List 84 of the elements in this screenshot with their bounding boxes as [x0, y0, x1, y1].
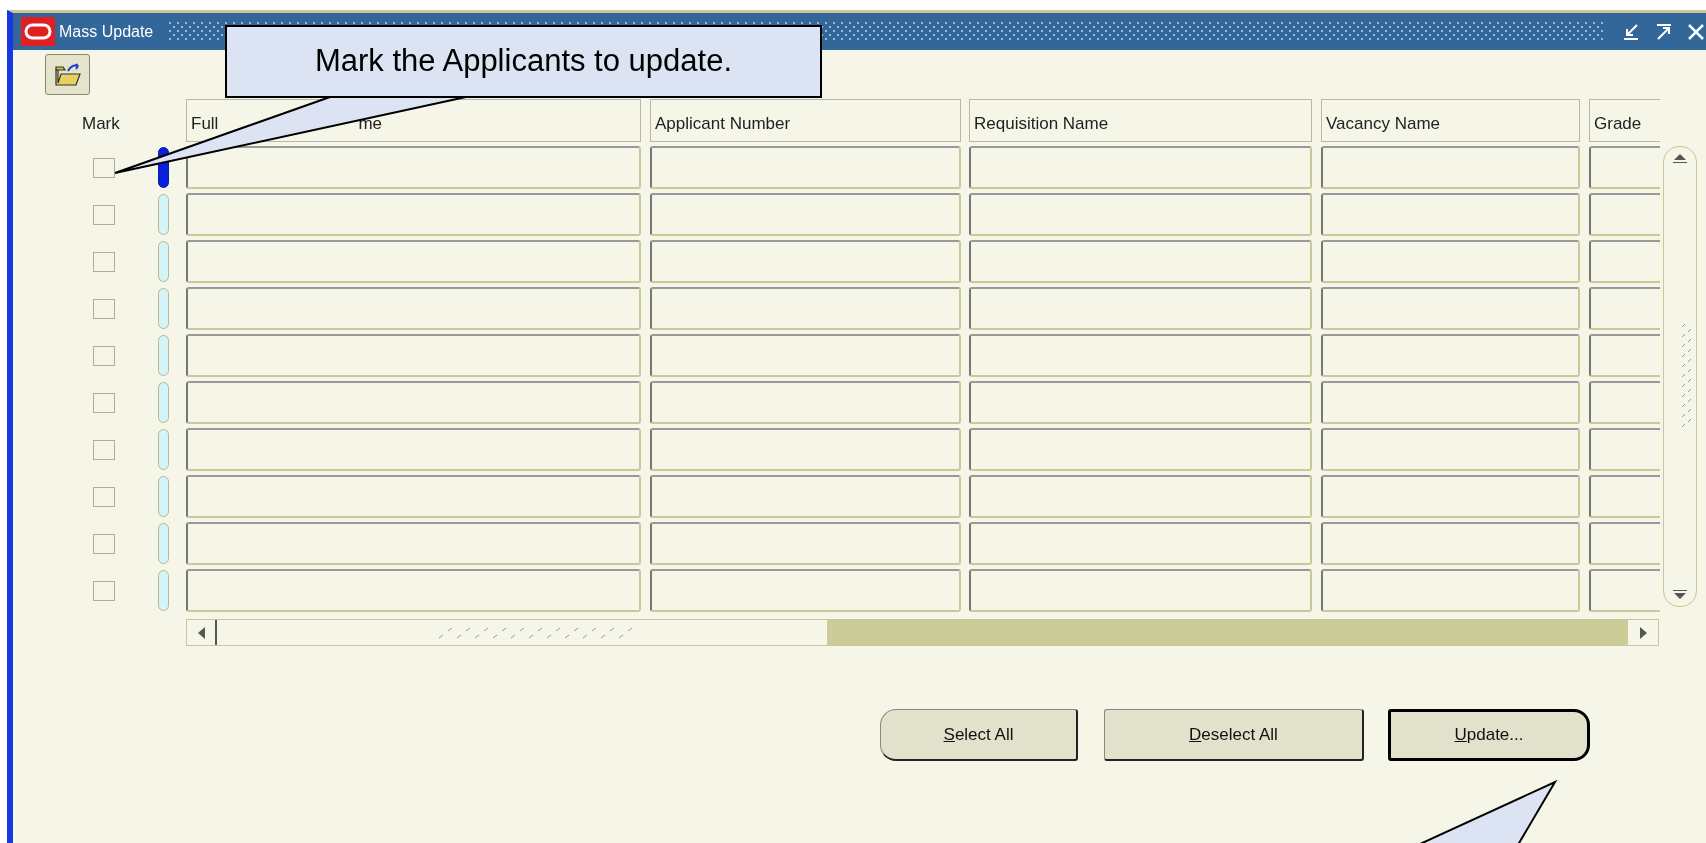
- input-field[interactable]: [1589, 569, 1660, 612]
- input-field[interactable]: [650, 287, 961, 330]
- close-icon[interactable]: [1686, 21, 1706, 42]
- column-header: Applicant Number: [650, 99, 961, 142]
- scroll-left-icon: [196, 625, 206, 640]
- input-field[interactable]: [969, 475, 1312, 518]
- column-header: Grade: [1589, 99, 1660, 142]
- input-field[interactable]: [969, 381, 1312, 424]
- input-field[interactable]: [1321, 381, 1580, 424]
- input-field[interactable]: [1589, 240, 1660, 283]
- button[interactable]: Select All: [880, 709, 1078, 761]
- button[interactable]: Update...: [1388, 709, 1590, 761]
- checkbox[interactable]: [93, 580, 115, 601]
- input-field[interactable]: [1589, 287, 1660, 330]
- checkbox[interactable]: [93, 157, 115, 178]
- checkbox[interactable]: [93, 486, 115, 507]
- scroll-right-icon: [1638, 625, 1648, 640]
- input-field[interactable]: [969, 569, 1312, 612]
- callout: Mark the Applicants to update.: [225, 25, 822, 98]
- input-field[interactable]: [1589, 334, 1660, 377]
- input-field[interactable]: [1321, 522, 1580, 565]
- input-field[interactable]: [969, 428, 1312, 471]
- horizontal-scrollbar[interactable]: [186, 619, 1659, 646]
- input-field[interactable]: [650, 475, 961, 518]
- input-field[interactable]: [969, 193, 1312, 236]
- input-field[interactable]: [1589, 381, 1660, 424]
- input-field[interactable]: [186, 193, 641, 236]
- input-field[interactable]: [186, 569, 641, 612]
- header-text: Full: [191, 112, 219, 135]
- checkbox[interactable]: [93, 439, 115, 460]
- checkbox[interactable]: [93, 392, 115, 413]
- input-field[interactable]: [969, 522, 1312, 565]
- input-field[interactable]: [1589, 522, 1660, 565]
- input-field[interactable]: [1321, 146, 1580, 189]
- input-field[interactable]: [1589, 475, 1660, 518]
- column-header: Vacancy Name: [1321, 99, 1580, 142]
- button[interactable]: Deselect All: [1104, 709, 1364, 761]
- input-field[interactable]: [1589, 193, 1660, 236]
- header-text: me: [358, 112, 383, 135]
- scroll-up-icon[interactable]: [1673, 153, 1687, 163]
- input-field[interactable]: [1321, 193, 1580, 236]
- vertical-scrollbar[interactable]: [1663, 146, 1697, 607]
- open-folder-button[interactable]: [45, 54, 90, 95]
- input-field[interactable]: [650, 240, 961, 283]
- checkbox[interactable]: [93, 533, 115, 554]
- input-field[interactable]: [650, 193, 961, 236]
- input-field[interactable]: [1321, 287, 1580, 330]
- column-header: Requisition Name: [969, 99, 1312, 142]
- input-field[interactable]: [1321, 334, 1580, 377]
- minimize-icon[interactable]: [1621, 21, 1641, 42]
- input-field[interactable]: [186, 475, 641, 518]
- input-field[interactable]: [650, 428, 961, 471]
- input-field[interactable]: [650, 522, 961, 565]
- input-field[interactable]: [186, 522, 641, 565]
- input-field[interactable]: [186, 381, 641, 424]
- scroll-down-icon[interactable]: [1673, 590, 1687, 600]
- window-title: Mass Update: [59, 21, 154, 42]
- checkbox[interactable]: [93, 204, 115, 225]
- checkbox[interactable]: [93, 251, 115, 272]
- input-field[interactable]: [186, 334, 641, 377]
- input-field[interactable]: [969, 146, 1312, 189]
- input-field[interactable]: [186, 240, 641, 283]
- input-field[interactable]: [1589, 428, 1660, 471]
- checkbox[interactable]: [93, 298, 115, 319]
- input-field[interactable]: [650, 381, 961, 424]
- logo-icon: [21, 17, 55, 46]
- checkbox[interactable]: [93, 345, 115, 366]
- input-field[interactable]: [650, 569, 961, 612]
- input-field[interactable]: [1321, 569, 1580, 612]
- input-field[interactable]: [1589, 146, 1660, 189]
- input-field[interactable]: [1321, 240, 1580, 283]
- input-field[interactable]: [186, 428, 641, 471]
- input-field[interactable]: [186, 146, 641, 189]
- input-field[interactable]: [650, 146, 961, 189]
- input-field[interactable]: [1321, 428, 1580, 471]
- folder-icon: [53, 62, 82, 87]
- input-field[interactable]: [186, 287, 641, 330]
- column-header: Mark: [82, 113, 120, 133]
- input-field[interactable]: [969, 287, 1312, 330]
- input-field[interactable]: [969, 334, 1312, 377]
- input-field[interactable]: [1321, 475, 1580, 518]
- maximize-icon[interactable]: [1654, 21, 1674, 42]
- input-field[interactable]: [650, 334, 961, 377]
- input-field[interactable]: [969, 240, 1312, 283]
